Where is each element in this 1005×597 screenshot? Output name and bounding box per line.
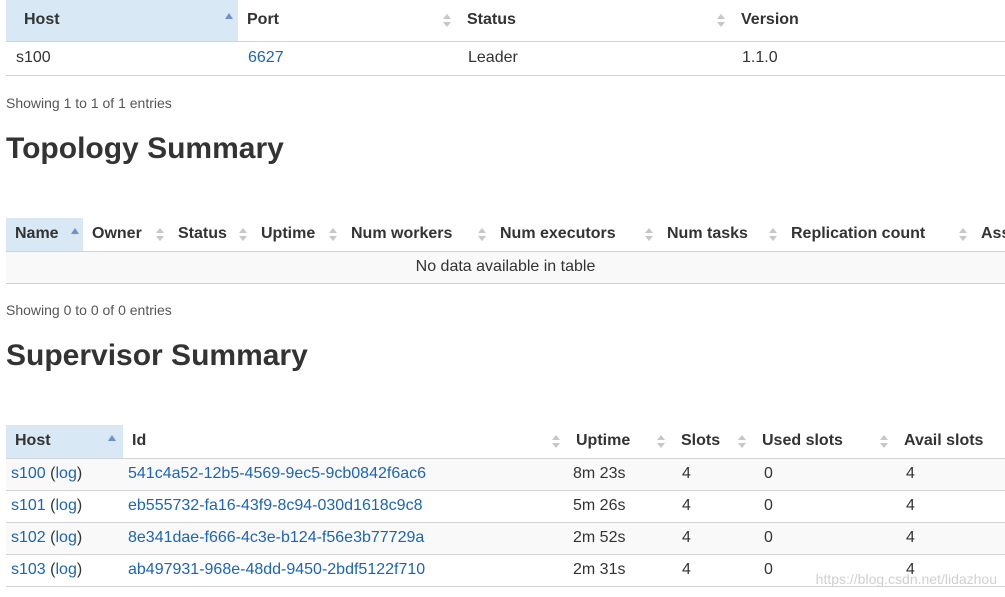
avail-slots-value: 4 (895, 490, 1005, 523)
supervisor-id-link[interactable]: eb555732-fa16-43f9-8c94-030d1618c9c8 (128, 497, 422, 514)
log-link[interactable]: log (55, 529, 76, 546)
table-row: s100 (log) 541c4a52-12b5-4569-9ec5-9cb08… (6, 458, 1005, 491)
used-slots-value: 0 (753, 490, 895, 523)
col-status-label: Status (178, 225, 227, 243)
sort-both-icon (328, 218, 338, 250)
used-slots-value: 0 (753, 522, 895, 555)
nimbus-info: Showing 1 to 1 of 1 entries (6, 95, 172, 111)
col-num-workers[interactable]: Num workers (342, 218, 491, 252)
col-num-executors-label: Num executors (500, 225, 616, 243)
col-assigned-label: Ass (981, 225, 1005, 243)
col-avail-slots-label: Avail slots (904, 432, 984, 450)
col-uptime[interactable]: Uptime (252, 218, 342, 252)
host-link[interactable]: s102 (11, 529, 46, 546)
topology-table: Name Owner Status Uptime Num workers Num… (6, 218, 1005, 284)
col-id[interactable]: Id (123, 425, 567, 459)
nimbus-host: s100 (6, 41, 238, 76)
nimbus-status: Leader (458, 41, 732, 76)
col-version-label: Version (741, 11, 799, 29)
table-row: No data available in table (6, 251, 1005, 284)
col-status-label: Status (467, 11, 516, 29)
watermark: https://blog.csdn.net/lidazhou (815, 571, 997, 587)
supervisor-title: Supervisor Summary (6, 339, 308, 372)
nimbus-table: Host Port Status Version s100 6627 Leade… (6, 0, 1005, 76)
host-link[interactable]: s101 (11, 497, 46, 514)
col-uptime-label: Uptime (261, 225, 316, 243)
sort-asc-icon (70, 218, 80, 250)
sort-both-icon (238, 218, 248, 250)
col-used-slots-label: Used slots (762, 432, 843, 450)
col-num-tasks[interactable]: Num tasks (658, 218, 782, 252)
sort-both-icon (551, 425, 561, 457)
sort-asc-icon (224, 0, 234, 40)
col-status[interactable]: Status (169, 218, 252, 252)
sort-both-icon (716, 0, 726, 40)
table-row: s102 (log) 8e341dae-f666-4c3e-b124-f56e3… (6, 522, 1005, 555)
col-name[interactable]: Name (6, 218, 83, 252)
supervisor-id-link[interactable]: 541c4a52-12b5-4569-9ec5-9cb0842f6ac6 (128, 465, 426, 482)
used-slots-value: 0 (753, 458, 895, 491)
log-link[interactable]: log (55, 497, 76, 514)
col-host-label: Host (15, 432, 51, 450)
sort-asc-icon (107, 425, 117, 457)
col-host[interactable]: Host (6, 0, 238, 42)
col-slots[interactable]: Slots (672, 425, 753, 459)
topology-title: Topology Summary (6, 132, 284, 165)
col-used-slots[interactable]: Used slots (753, 425, 895, 459)
col-assigned[interactable]: Ass (972, 218, 1005, 252)
table-row: s100 6627 Leader 1.1.0 (6, 41, 1005, 76)
supervisor-id-link[interactable]: ab497931-968e-48dd-9450-2bdf5122f710 (128, 561, 425, 578)
col-id-label: Id (132, 432, 147, 450)
supervisor-id-link[interactable]: 8e341dae-f666-4c3e-b124-f56e3b77729a (128, 529, 424, 546)
topology-info: Showing 0 to 0 of 0 entries (6, 302, 172, 318)
supervisor-table: Host Id Uptime Slots Used slots Avail sl… (6, 425, 1005, 587)
col-status[interactable]: Status (458, 0, 732, 42)
col-uptime-label: Uptime (576, 432, 631, 450)
sort-both-icon (442, 0, 452, 40)
col-host[interactable]: Host (6, 425, 123, 459)
col-avail-slots[interactable]: Avail slots (895, 425, 1005, 459)
col-port[interactable]: Port (238, 0, 458, 42)
empty-message: No data available in table (6, 251, 1005, 284)
host-link[interactable]: s100 (11, 465, 46, 482)
sort-both-icon (737, 425, 747, 457)
avail-slots-value: 4 (895, 458, 1005, 491)
sort-both-icon (155, 218, 165, 250)
sort-both-icon (656, 425, 666, 457)
slots-value: 4 (672, 490, 753, 523)
col-replication-count-label: Replication count (791, 225, 926, 243)
avail-slots-value: 4 (895, 522, 1005, 555)
col-owner-label: Owner (92, 225, 142, 243)
col-uptime[interactable]: Uptime (567, 425, 672, 459)
uptime-value: 8m 23s (567, 458, 672, 491)
table-row: s101 (log) eb555732-fa16-43f9-8c94-030d1… (6, 490, 1005, 523)
col-name-label: Name (15, 225, 59, 243)
col-num-workers-label: Num workers (351, 225, 453, 243)
uptime-value: 2m 31s (567, 554, 672, 587)
uptime-value: 2m 52s (567, 522, 672, 555)
col-owner[interactable]: Owner (83, 218, 169, 252)
col-num-tasks-label: Num tasks (667, 225, 748, 243)
slots-value: 4 (672, 522, 753, 555)
sort-both-icon (477, 218, 487, 250)
col-slots-label: Slots (681, 432, 721, 450)
sort-both-icon (768, 218, 778, 250)
sort-both-icon (644, 218, 654, 250)
slots-value: 4 (672, 554, 753, 587)
nimbus-version: 1.1.0 (732, 41, 1005, 76)
log-link[interactable]: log (55, 465, 76, 482)
uptime-value: 5m 26s (567, 490, 672, 523)
log-link[interactable]: log (55, 561, 76, 578)
slots-value: 4 (672, 458, 753, 491)
nimbus-port-link[interactable]: 6627 (248, 49, 284, 66)
sort-both-icon (879, 425, 889, 457)
col-num-executors[interactable]: Num executors (491, 218, 658, 252)
col-version[interactable]: Version (732, 0, 1005, 42)
col-host-label: Host (24, 11, 60, 29)
sort-both-icon (958, 218, 968, 250)
col-replication-count[interactable]: Replication count (782, 218, 972, 252)
host-link[interactable]: s103 (11, 561, 46, 578)
col-port-label: Port (247, 11, 279, 29)
